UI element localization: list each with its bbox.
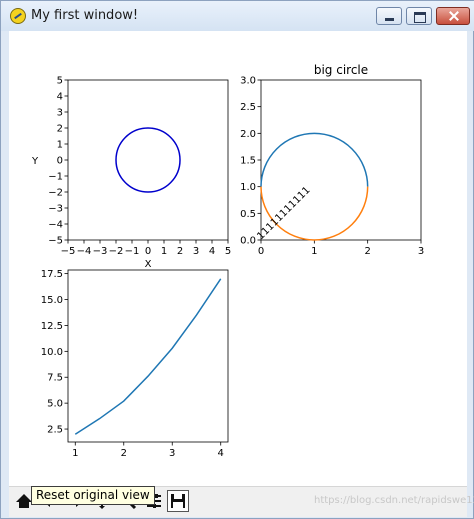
x-tick-label: −5 <box>61 246 76 257</box>
axes-frame <box>67 79 229 241</box>
figure-canvas[interactable]: −5 −4 −3 −2 −1 0 1 2 3 4 5 −5 −4 −3 −2 −1 0 1 2 3 4 5 X Y 0 1 2 3 0.… <box>9 31 467 486</box>
y-tick-label: 17.5 <box>41 269 63 280</box>
y-tick-label: 0.0 <box>240 236 256 247</box>
reset-view-tooltip: Reset original view <box>31 486 155 505</box>
save-icon <box>171 494 185 508</box>
y-tick-label: −2 <box>48 188 63 199</box>
app-window: My first window! −5 −4 −3 −2 −1 0 1 2 3 4 5 −5 −4 −3−… <box>0 0 474 519</box>
y-tick-label: 4 <box>57 92 63 103</box>
y-tick-label: 2.0 <box>240 129 256 140</box>
save-button[interactable] <box>167 490 189 512</box>
y-tick-label: −1 <box>48 172 63 183</box>
x-tick-label: 1 <box>161 246 167 257</box>
x-tick-label: −3 <box>93 246 108 257</box>
x-tick-label: 0 <box>145 246 151 257</box>
y-tick-label: 10.0 <box>41 347 63 358</box>
y-tick-label: 1 <box>57 140 63 151</box>
app-icon <box>10 8 26 24</box>
x-tick-label: 4 <box>209 246 215 257</box>
y-tick-label: 15.0 <box>41 295 63 306</box>
y-tick-label: 5.0 <box>47 399 63 410</box>
y-tick-label: 1.0 <box>240 182 256 193</box>
x-tick-label: 3 <box>418 246 424 257</box>
x-tick-label: 2 <box>177 246 183 257</box>
x-tick-label: 4 <box>218 448 224 459</box>
x-tick-label: 2 <box>121 448 127 459</box>
figure-svg: −5 −4 −3 −2 −1 0 1 2 3 4 5−5−4−3−2−1012345XY0 1 2 30.… <box>31 63 424 459</box>
y-tick-label: 7.5 <box>47 373 63 384</box>
y-tick-label: −5 <box>48 236 63 247</box>
maximize-button[interactable] <box>406 7 432 25</box>
x-tick-label: −2 <box>109 246 124 257</box>
axes-frame <box>67 269 229 443</box>
y-tick-label: 5 <box>57 76 63 87</box>
watermark-text: https://blog.csdn.net/rapidswe123 <box>314 495 474 506</box>
y-tick-label: −3 <box>48 204 63 215</box>
x-axis-label: X <box>145 259 152 270</box>
x-tick-label: 3 <box>193 246 199 257</box>
x-tick-label: 5 <box>225 246 231 257</box>
y-tick-label: 1.5 <box>240 156 256 167</box>
window-title: My first window! <box>31 8 139 23</box>
close-button[interactable] <box>436 7 470 25</box>
y-tick-label: 3 <box>57 108 63 119</box>
x-tick-label: 1 <box>311 246 317 257</box>
y-axis-label: Y <box>31 156 39 167</box>
x-tick-label: 2 <box>364 246 370 257</box>
y-tick-label: 2.5 <box>47 425 63 436</box>
x-tick-label: 1 <box>72 448 78 459</box>
y-tick-label: 0.5 <box>240 209 256 220</box>
x-tick-label: 3 <box>169 448 175 459</box>
title-bar[interactable]: My first window! <box>1 1 474 31</box>
x-tick-label: −1 <box>125 246 140 257</box>
minimize-button[interactable] <box>376 7 402 25</box>
y-tick-label: 0 <box>57 156 63 167</box>
y-tick-label: 2 <box>57 124 63 135</box>
y-tick-label: 2.5 <box>240 102 256 113</box>
y-tick-label: −4 <box>48 220 63 231</box>
axes-title: big circle <box>314 63 368 77</box>
y-tick-label: 12.5 <box>41 321 63 332</box>
x-tick-label: 0 <box>258 246 264 257</box>
y-tick-label: 3.0 <box>240 76 256 87</box>
x-tick-label: −4 <box>77 246 92 257</box>
